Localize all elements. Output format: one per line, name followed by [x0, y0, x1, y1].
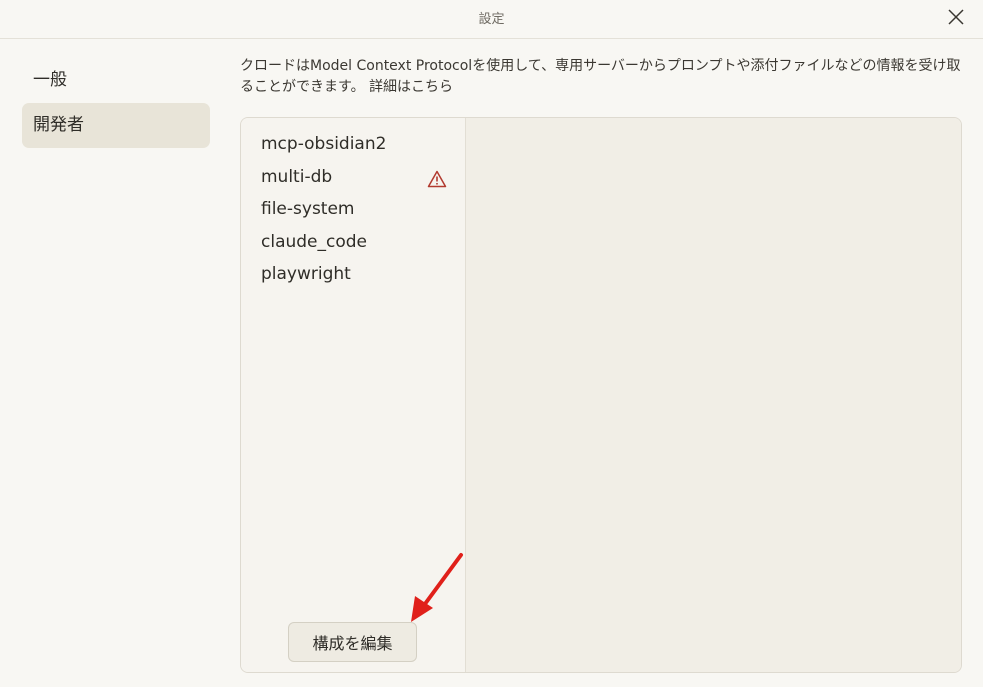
- server-name: multi-db: [261, 167, 333, 187]
- server-name: file-system: [261, 199, 355, 219]
- server-item-multi-db[interactable]: multi-db: [261, 162, 447, 192]
- server-item-claude-code[interactable]: claude_code: [261, 227, 447, 257]
- settings-sidebar: 一般 開発者: [22, 58, 210, 148]
- title-bar: 設定: [0, 0, 983, 39]
- close-button[interactable]: [945, 6, 967, 28]
- close-icon: [948, 9, 964, 25]
- sidebar-item-developer[interactable]: 開発者: [22, 103, 210, 148]
- warning-icon: [427, 168, 447, 188]
- mcp-servers-panel: mcp-obsidian2 multi-db file-system claud…: [240, 117, 962, 673]
- mcp-description: クロードはModel Context Protocolを使用して、専用サーバーか…: [240, 56, 962, 98]
- red-arrow-annotation: [411, 553, 463, 622]
- learn-more-link[interactable]: 詳細はこちら: [369, 79, 453, 95]
- window-title: 設定: [478, 12, 505, 27]
- description-text: クロードはModel Context Protocolを使用して、専用サーバーか…: [240, 58, 961, 95]
- sidebar-item-general[interactable]: 一般: [22, 58, 210, 103]
- edit-config-button[interactable]: 構成を編集: [288, 622, 417, 662]
- server-name: claude_code: [261, 232, 368, 252]
- server-item-file-system[interactable]: file-system: [261, 194, 447, 224]
- server-item-mcp-obsidian2[interactable]: mcp-obsidian2: [261, 129, 447, 159]
- server-item-playwright[interactable]: playwright: [261, 259, 447, 289]
- server-detail-pane: [466, 118, 961, 672]
- server-name: mcp-obsidian2: [261, 134, 387, 154]
- server-name: playwright: [261, 264, 351, 284]
